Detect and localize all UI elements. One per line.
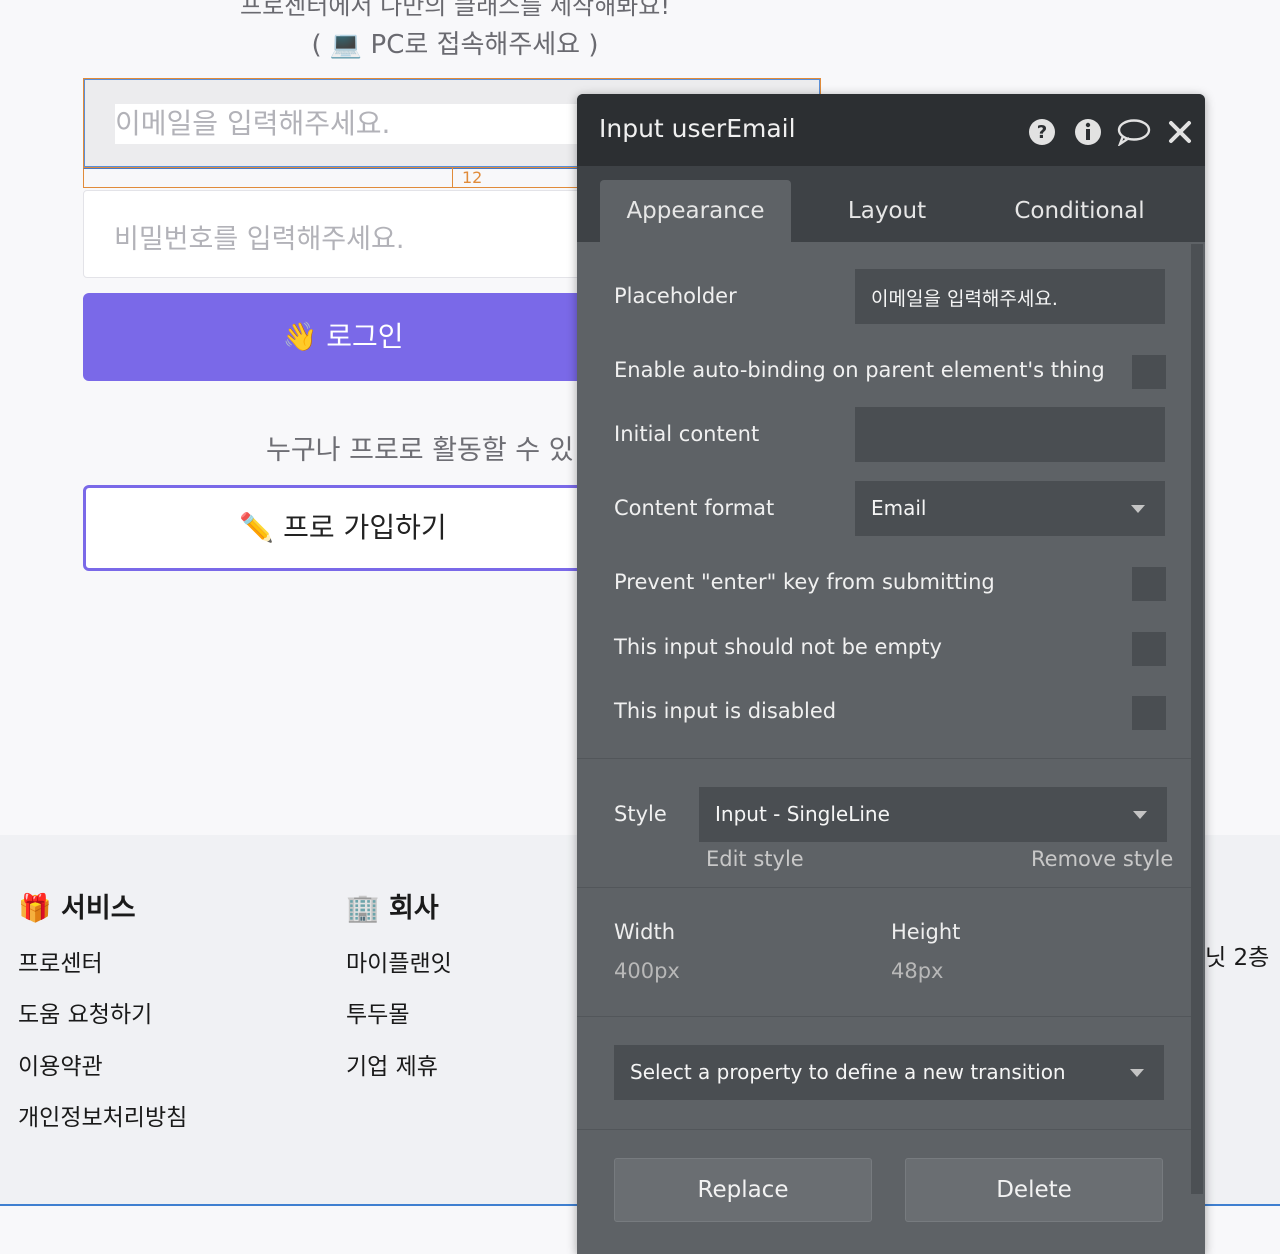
footer-company-title: 🏢 회사 (346, 893, 439, 924)
height-label: Height (891, 920, 961, 944)
initial-content-label: Initial content (614, 422, 760, 446)
not-empty-label: This input should not be empty (614, 635, 942, 659)
footer-link-terms[interactable]: 이용약관 (18, 1047, 103, 1081)
not-empty-checkbox[interactable] (1132, 632, 1166, 666)
panel-title: Input userEmail (599, 114, 796, 143)
chevron-down-icon (1131, 505, 1145, 513)
tab-appearance[interactable]: Appearance (600, 180, 791, 242)
pc-notice: ( 💻 PC로 접속해주세요 ) (311, 30, 599, 60)
initial-content-field[interactable] (855, 407, 1165, 462)
height-value: 48px (891, 959, 944, 983)
promo-heading: 프로센터에서 나만의 클래스를 제작해봐요! (240, 0, 670, 20)
footer-address-fragment: 닛 2층 (1205, 945, 1270, 971)
chevron-down-icon (1133, 811, 1147, 819)
disabled-label: This input is disabled (614, 699, 837, 723)
style-dropdown[interactable]: Input - SingleLine (699, 787, 1167, 842)
edit-style-link[interactable]: Edit style (706, 847, 804, 871)
tab-conditional[interactable]: Conditional (987, 180, 1172, 242)
footer-link-myplanit[interactable]: 마이플랜잇 (346, 944, 452, 978)
footer-link-help-request[interactable]: 도움 요청하기 (18, 995, 152, 1029)
svg-text:?: ? (1037, 122, 1047, 143)
pro-signup-button[interactable]: ✏️ 프로 가입하기 (83, 485, 603, 571)
footer-service-title: 🎁 서비스 (18, 893, 136, 924)
section-divider (577, 1016, 1191, 1017)
replace-button[interactable]: Replace (614, 1158, 872, 1222)
close-icon[interactable] (1168, 118, 1192, 146)
style-value: Input - SingleLine (715, 802, 890, 826)
prevent-enter-label: Prevent "enter" key from submitting (614, 570, 995, 594)
content-format-dropdown[interactable]: Email (855, 481, 1165, 536)
prevent-enter-checkbox[interactable] (1132, 567, 1166, 601)
section-divider (577, 1129, 1191, 1130)
transition-placeholder: Select a property to define a new transi… (630, 1060, 1066, 1084)
placeholder-field-value: 이메일을 입력해주세요. (871, 288, 1058, 310)
tagline: 누구나 프로로 활동할 수 있 (266, 435, 574, 466)
style-label: Style (614, 802, 667, 826)
delete-button[interactable]: Delete (905, 1158, 1163, 1222)
footer-link-todomall[interactable]: 투두몰 (346, 995, 409, 1029)
comment-icon[interactable] (1117, 118, 1151, 146)
section-divider (577, 887, 1191, 888)
footer-link-pro-center[interactable]: 프로센터 (18, 944, 103, 978)
info-icon[interactable] (1074, 118, 1102, 146)
spacing-tick (452, 168, 453, 188)
content-format-value: Email (871, 496, 927, 520)
tab-layout[interactable]: Layout (807, 180, 967, 242)
panel-header: Input userEmail ? (577, 94, 1205, 166)
chevron-down-icon (1130, 1069, 1144, 1077)
spacing-value: 12 (462, 168, 483, 187)
content-format-label: Content format (614, 496, 775, 520)
help-icon[interactable]: ? (1028, 118, 1056, 146)
width-label: Width (614, 920, 676, 944)
password-input[interactable]: 비밀번호를 입력해주세요. (83, 190, 603, 278)
placeholder-label: Placeholder (614, 284, 737, 308)
password-input-placeholder: 비밀번호를 입력해주세요. (114, 224, 405, 255)
transition-dropdown[interactable]: Select a property to define a new transi… (614, 1045, 1164, 1100)
section-divider (577, 758, 1191, 759)
footer-link-privacy[interactable]: 개인정보처리방침 (18, 1098, 187, 1132)
width-value: 400px (614, 959, 680, 983)
auto-binding-checkbox[interactable] (1132, 355, 1166, 389)
placeholder-field[interactable]: 이메일을 입력해주세요. (855, 269, 1165, 324)
panel-scrollbar[interactable] (1191, 244, 1203, 1194)
auto-binding-label: Enable auto-binding on parent element's … (614, 358, 1105, 382)
spacing-indicator (83, 168, 578, 188)
panel-tabs: Appearance Layout Conditional (577, 166, 1205, 242)
remove-style-link[interactable]: Remove style (1031, 847, 1173, 871)
footer-link-partnership[interactable]: 기업 제휴 (346, 1047, 438, 1081)
disabled-checkbox[interactable] (1132, 696, 1166, 730)
login-button[interactable]: 👋 로그인 (83, 293, 603, 381)
property-editor-panel: Input userEmail ? Appearance Layout Cond… (577, 94, 1205, 1254)
